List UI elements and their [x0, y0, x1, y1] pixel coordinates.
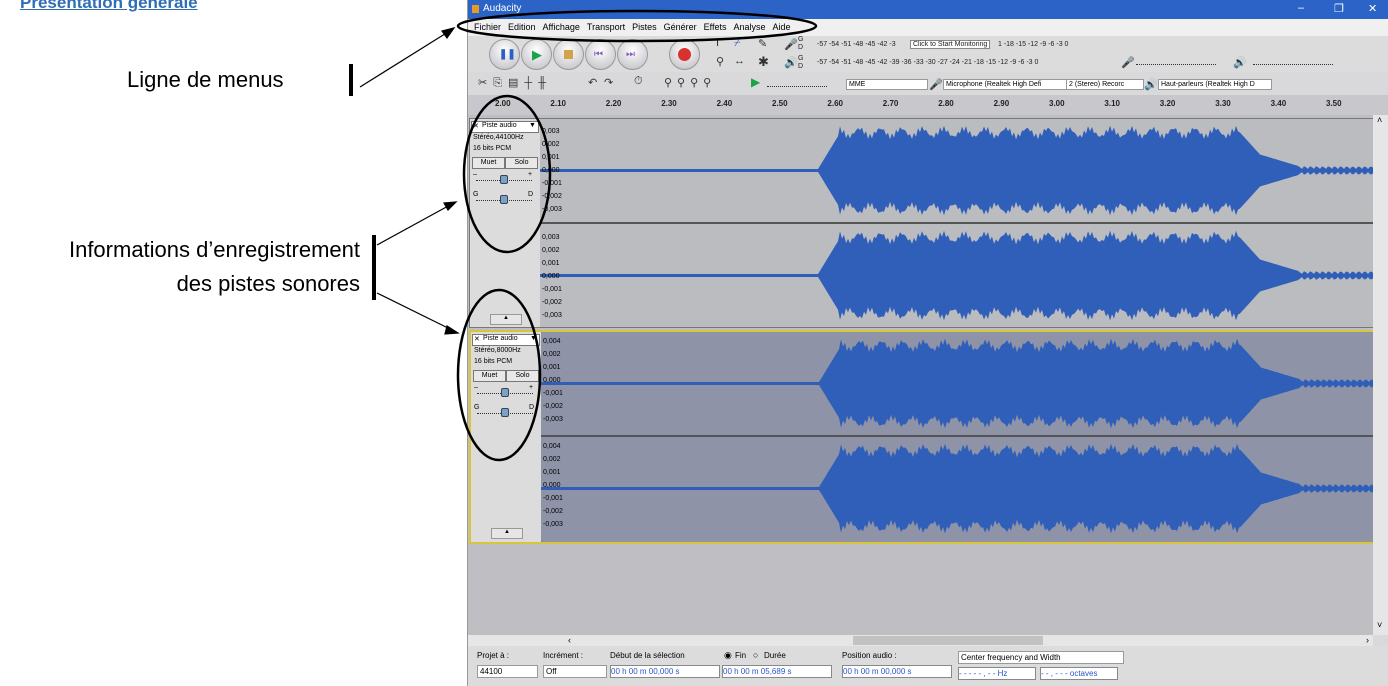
- arrowhead: [440, 27, 456, 40]
- track2-highlight-ellipse: [456, 288, 542, 462]
- menu-highlight-ellipse: [456, 9, 818, 43]
- annotation-overlay: [359, 9, 818, 462]
- arrow-to-menu: [359, 31, 449, 88]
- arrowhead: [443, 201, 458, 211]
- arrow-to-track2: [376, 292, 453, 331]
- arrowhead: [444, 325, 460, 335]
- track1-highlight-ellipse: [462, 94, 552, 254]
- arrow-to-track1: [376, 204, 451, 246]
